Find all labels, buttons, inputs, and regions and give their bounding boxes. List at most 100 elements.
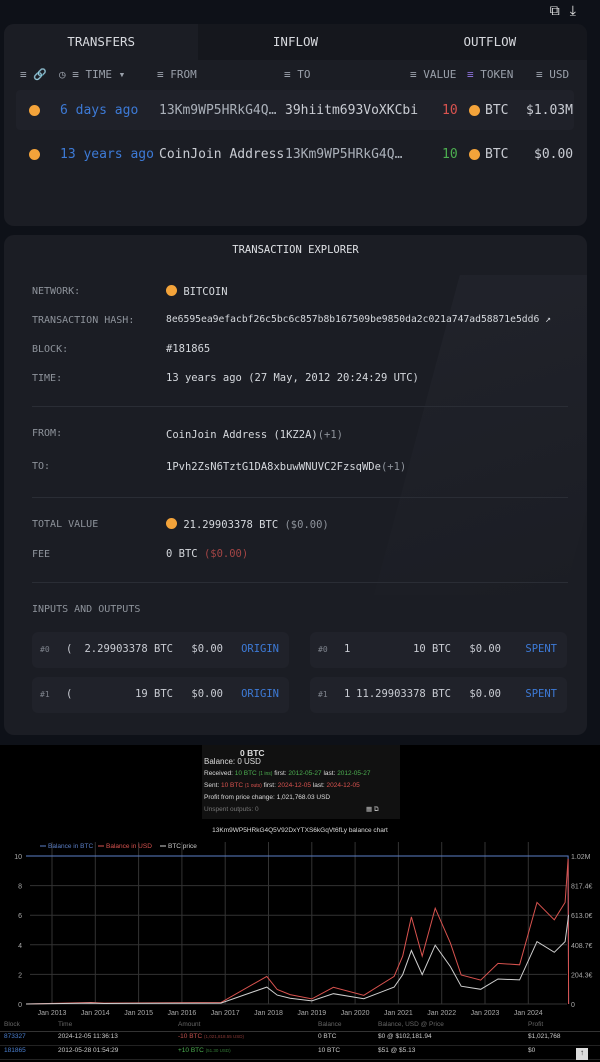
column-header[interactable]: Amount [178, 1021, 200, 1028]
io-index: #1 [40, 690, 50, 699]
column-header[interactable]: Balance [318, 1021, 342, 1028]
tab-outflow[interactable]: OUTFLOW [392, 24, 587, 60]
x-tick: Jan 2024 [514, 1010, 543, 1017]
table-header: ≡ 🔗 ◷ ≡ TIME ▾ ≡ FROM ≡ TO ≡ VALUE ≡ TOK… [4, 61, 587, 87]
profit-line: Profit from price change: 1,021,768.03 U… [204, 794, 331, 801]
io-address[interactable]: ( [66, 643, 72, 655]
io-usd: $0.00 [191, 643, 223, 655]
from-column-header[interactable]: ≡ FROM [157, 68, 197, 81]
io-label: INPUTS AND OUTPUTS [32, 604, 141, 615]
legend-item: Balance in USD [106, 843, 152, 850]
y-right-tick: 0 [571, 1002, 575, 1009]
column-header[interactable]: Time [58, 1021, 72, 1028]
y-left-tick: 6 [18, 913, 22, 920]
row-profit: $1,021,768 [528, 1033, 561, 1040]
to-value[interactable]: 1Pvh2ZsN6TztG1DA8xbuwWNUVC2FzsqWDe(+1) [166, 461, 406, 473]
io-status[interactable]: SPENT [525, 688, 557, 700]
hash-label: TRANSACTION HASH: [32, 315, 135, 326]
io-amount: 2.29903378 BTC [84, 643, 173, 655]
block-link[interactable]: 181865 [4, 1047, 26, 1054]
x-tick: Jan 2020 [341, 1010, 370, 1017]
external-link-icon[interactable]: ↗ [545, 314, 551, 325]
io-address[interactable]: 1 [344, 643, 350, 655]
y-right-tick: 817.4€ [571, 884, 593, 891]
time-value: 13 years ago (27 May, 2012 20:24:29 UTC) [166, 372, 419, 384]
to-label: TO: [32, 461, 51, 472]
fee-label: FEE [32, 549, 51, 560]
block-value[interactable]: #181865 [166, 343, 210, 355]
transfer-token: BTC [485, 146, 509, 162]
table-row[interactable]: 6 days ago 13Km9WP5HRkG4Q… 39hiitm693VoX… [16, 90, 574, 130]
transfer-to[interactable]: 39hiitm693VoXKCbi [285, 103, 418, 118]
balance-usd: Balance: 0 USD [204, 757, 261, 766]
network-label: NETWORK: [32, 286, 81, 297]
tab-transfers[interactable]: TRANSFERS [4, 24, 199, 60]
input-item[interactable]: #1 ( 19 BTC $0.00 ORIGIN [32, 677, 289, 713]
y-left-tick: 0 [18, 1002, 22, 1009]
transfer-time[interactable]: 13 years ago [60, 147, 154, 162]
from-label: FROM: [32, 428, 63, 439]
block-link[interactable]: 873327 [4, 1033, 26, 1040]
from-value[interactable]: CoinJoin Address (1KZ2A)(+1) [166, 429, 343, 441]
to-column-header[interactable]: ≡ TO [284, 68, 311, 81]
x-tick: Jan 2019 [297, 1010, 326, 1017]
y-left-tick: 4 [18, 943, 22, 950]
x-tick: Jan 2023 [471, 1010, 500, 1017]
io-amount: 10 BTC [413, 643, 451, 655]
usd-column-header[interactable]: ≡ USD [536, 68, 569, 81]
balance-summary: 0 BTC Balance: 0 USD Received: 10 BTC (1… [202, 745, 400, 819]
value-column-header[interactable]: ≡ VALUE [410, 68, 456, 81]
bitcoin-icon [166, 285, 177, 296]
row-amount: -10 BTC (1,021,818.55 USD) [178, 1033, 245, 1040]
column-header[interactable]: Block [4, 1021, 20, 1028]
copy-icon[interactable]: ⧉ [550, 3, 560, 19]
transfer-usd: $0.00 [534, 146, 574, 162]
bitcoin-icon [166, 518, 177, 529]
row-balance: 0 BTC [318, 1033, 337, 1040]
transfer-from[interactable]: 13Km9WP5HRkG4Q… [159, 103, 276, 118]
explorer-title: TRANSACTION EXPLORER [232, 244, 359, 256]
y-left-tick: 10 [14, 854, 22, 861]
io-status[interactable]: ORIGIN [241, 643, 279, 655]
legend-item: Balance in BTC [48, 843, 93, 850]
export-icon[interactable]: ▦ ⧉ [366, 805, 379, 814]
transfer-time[interactable]: 6 days ago [60, 103, 138, 118]
y-left-tick: 2 [18, 972, 22, 979]
scroll-top-button[interactable]: ↑ [576, 1048, 588, 1060]
io-status[interactable]: SPENT [525, 643, 557, 655]
io-status[interactable]: ORIGIN [241, 688, 279, 700]
transfer-from[interactable]: CoinJoin Address [159, 147, 284, 162]
download-icon[interactable]: ⤓ [570, 3, 576, 19]
transfer-to[interactable]: 13Km9WP5HRkG4Q… [285, 147, 402, 162]
io-amount: 11.29903378 BTC [356, 688, 451, 700]
y-right-tick: 408.7€ [571, 943, 593, 950]
io-index: #0 [40, 645, 50, 654]
table-row[interactable]: 13 years ago CoinJoin Address 13Km9WP5HR… [16, 134, 574, 174]
row-balance: 10 BTC [318, 1047, 341, 1054]
io-address[interactable]: 1 [344, 688, 350, 700]
output-item[interactable]: #1 1 11.29903378 BTC $0.00 SPENT [310, 677, 567, 713]
output-item[interactable]: #0 1 10 BTC $0.00 SPENT [310, 632, 567, 668]
network-value: BITCOIN [166, 285, 228, 298]
hash-link[interactable]: 8e6595ea9efacbf26c5bc6c857b8b167509be985… [166, 314, 551, 325]
transfer-usd: $1.03M [526, 102, 573, 118]
time-column-header[interactable]: ◷ ≡ TIME ▾ [59, 68, 125, 81]
input-item[interactable]: #0 ( 2.29903378 BTC $0.00 ORIGIN [32, 632, 289, 668]
bitcoin-icon [29, 148, 40, 160]
transfer-value: 10 [442, 102, 458, 118]
io-usd: $0.00 [191, 688, 223, 700]
transfer-token: BTC [485, 102, 509, 118]
io-amount: 19 BTC [135, 688, 173, 700]
x-tick: Jan 2015 [124, 1010, 153, 1017]
x-tick: Jan 2021 [384, 1010, 413, 1017]
io-address[interactable]: ( [66, 688, 72, 700]
time-label: TIME: [32, 373, 63, 384]
tab-inflow[interactable]: INFLOW [198, 24, 393, 60]
filter-link-icon[interactable]: ≡ 🔗 [20, 68, 47, 81]
total-value-label: TOTAL VALUE [32, 519, 99, 530]
column-header[interactable]: Balance, USD @ Price [378, 1021, 444, 1028]
token-column-header[interactable]: ≡ TOKEN [467, 68, 513, 81]
column-header[interactable]: Profit [528, 1021, 543, 1028]
row-time: 2012-05-28 01:54:29 [58, 1047, 119, 1054]
row-time: 2024-12-05 11:36:13 [58, 1033, 118, 1040]
